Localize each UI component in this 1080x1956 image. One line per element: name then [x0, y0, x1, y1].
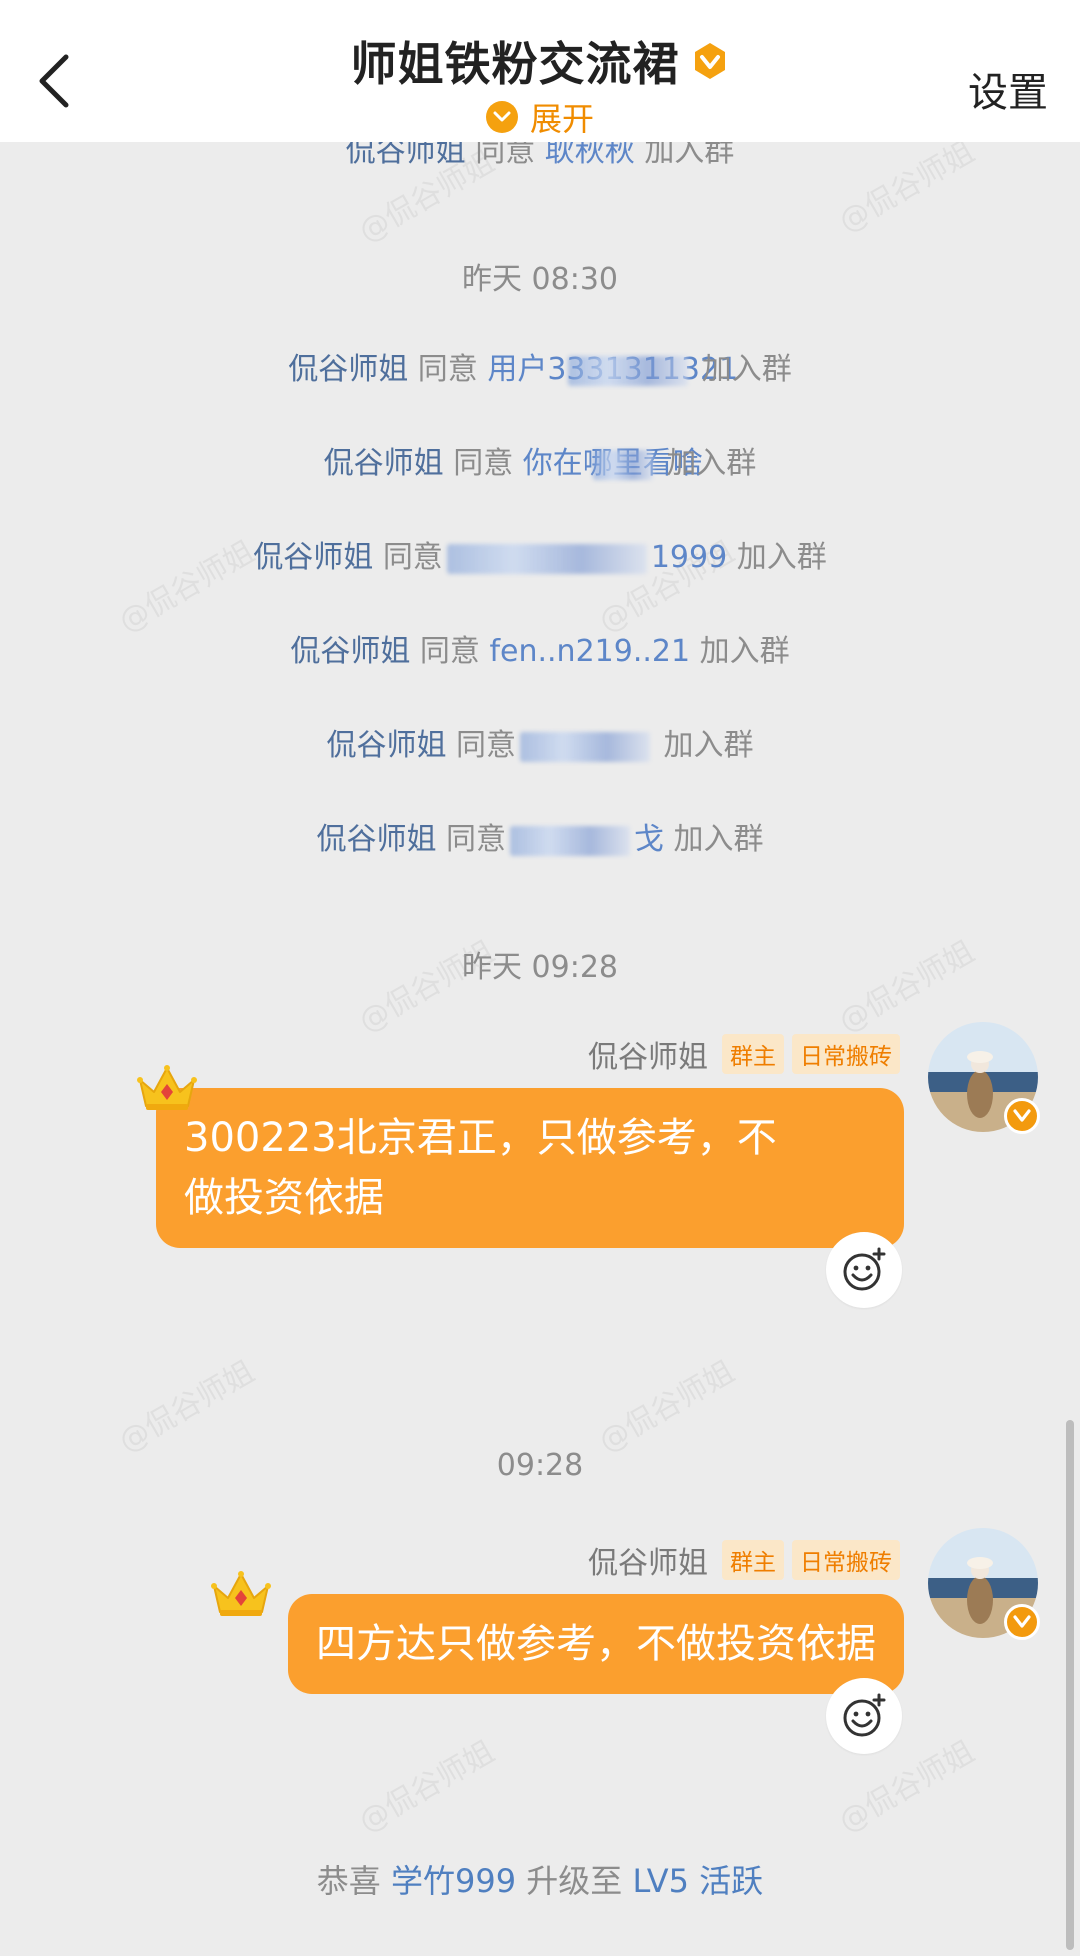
- system-actor[interactable]: 侃谷师姐: [324, 446, 444, 481]
- system-suffix: 加入群: [699, 634, 790, 669]
- crown-icon: [211, 1571, 271, 1616]
- redaction: [446, 543, 647, 574]
- system-suffix: 加入群: [663, 728, 754, 763]
- scrollbar[interactable]: [1066, 1420, 1074, 1950]
- add-reaction-button[interactable]: [826, 1232, 902, 1308]
- watermark: @侃谷师姐: [593, 1354, 741, 1460]
- emoji-add-icon: [843, 1693, 886, 1737]
- level-up-notice: 恭喜 学竹999 升级至 LV5 活跃: [0, 1856, 1080, 1902]
- verified-v-icon: [694, 43, 725, 79]
- title-tag: 日常搬砖: [792, 1540, 900, 1580]
- message-bubble[interactable]: 四方达只做参考，不做投资依据: [288, 1594, 904, 1694]
- message-list[interactable]: @侃谷师姐 @侃谷师姐 @侃谷师姐 @侃谷师姐 @侃谷师姐 @侃谷师姐 @侃谷师…: [0, 134, 1080, 1956]
- group-title-row[interactable]: 师姐铁粉交流裙: [0, 28, 1080, 94]
- system-actor[interactable]: 侃谷师姐: [326, 728, 446, 763]
- sender-row: 侃谷师姐 群主 日常搬砖: [588, 1538, 900, 1582]
- system-message: 侃谷师姐 同意 戈 加入群: [0, 814, 1080, 858]
- system-target[interactable]: 戈: [634, 822, 664, 857]
- system-target[interactable]: 1999: [651, 540, 727, 575]
- header-bar: 师姐铁粉交流裙 展开 设置: [0, 0, 1080, 142]
- notice-level: LV5 活跃: [632, 1862, 764, 1900]
- redaction: [568, 355, 689, 386]
- timestamp: 09:28: [496, 1448, 584, 1483]
- system-verb: 同意: [382, 540, 443, 575]
- title-tag: 日常搬砖: [792, 1034, 900, 1074]
- system-suffix: 加入群: [673, 822, 764, 857]
- message-text-line: 做投资依据: [184, 1175, 384, 1221]
- system-verb: 同意: [419, 634, 480, 669]
- system-message: 侃谷师姐 同意 你在哪里看啥 加入群: [0, 438, 1080, 482]
- system-verb: 同意: [417, 352, 478, 387]
- settings-button[interactable]: 设置: [968, 60, 1048, 118]
- system-actor[interactable]: 侃谷师姐: [288, 352, 408, 387]
- system-message: 侃谷师姐 同意 fen..n219..21 加入群: [0, 626, 1080, 670]
- system-suffix: 加入群: [666, 446, 757, 481]
- message-text-line: 300223北京君正，只做参考，不: [184, 1115, 777, 1161]
- sender-row: 侃谷师姐 群主 日常搬砖: [588, 1032, 900, 1076]
- role-tag: 群主: [722, 1540, 784, 1580]
- system-message: 侃谷师姐 同意 1999 加入群: [0, 532, 1080, 576]
- system-suffix: 加入群: [701, 352, 792, 387]
- add-reaction-button[interactable]: [826, 1678, 902, 1754]
- watermark: @侃谷师姐: [113, 1354, 261, 1460]
- crown-icon: [137, 1065, 197, 1110]
- redaction: [520, 731, 650, 762]
- role-tag: 群主: [722, 1034, 784, 1074]
- watermark: @侃谷师姐: [353, 1734, 501, 1840]
- sender-name[interactable]: 侃谷师姐: [588, 1538, 708, 1582]
- timestamp: 昨天 08:30: [462, 262, 618, 297]
- chat-screen: 师姐铁粉交流裙 展开 设置 @侃谷师姐 @侃谷师姐 @侃谷师姐 @侃谷师姐 @侃…: [0, 0, 1080, 1956]
- system-suffix: 加入群: [736, 540, 827, 575]
- verified-badge-icon: [1004, 1604, 1040, 1640]
- redaction: [592, 449, 653, 480]
- system-message: 侃谷师姐 同意 用户3331311321 加入群: [0, 344, 1080, 388]
- system-verb: 同意: [456, 728, 516, 763]
- system-actor[interactable]: 侃谷师姐: [253, 540, 373, 575]
- verified-badge-icon: [1004, 1098, 1040, 1134]
- notice-prefix: 恭喜: [316, 1862, 381, 1900]
- timestamp: 昨天 09:28: [462, 950, 618, 985]
- chevron-down-icon: [485, 101, 518, 133]
- redaction: [510, 825, 630, 856]
- message-text: 四方达只做参考，不做投资依据: [316, 1621, 876, 1667]
- system-message: 侃谷师姐 同意 加入群: [0, 720, 1080, 764]
- notice-user[interactable]: 学竹999: [391, 1862, 516, 1900]
- system-target[interactable]: fen..n219..21: [489, 634, 690, 669]
- system-actor[interactable]: 侃谷师姐: [316, 822, 436, 857]
- message-bubble[interactable]: 300223北京君正，只做参考，不 做投资依据: [156, 1088, 904, 1248]
- notice-middle: 升级至: [526, 1862, 623, 1900]
- system-actor[interactable]: 侃谷师姐: [290, 634, 410, 669]
- group-title: 师姐铁粉交流裙: [350, 37, 680, 91]
- emoji-add-icon: [843, 1247, 886, 1291]
- expand-label: 展开: [529, 100, 594, 138]
- sender-name[interactable]: 侃谷师姐: [588, 1032, 708, 1076]
- system-verb: 同意: [453, 446, 514, 481]
- system-verb: 同意: [446, 822, 506, 857]
- expand-toggle[interactable]: 展开: [0, 94, 1080, 140]
